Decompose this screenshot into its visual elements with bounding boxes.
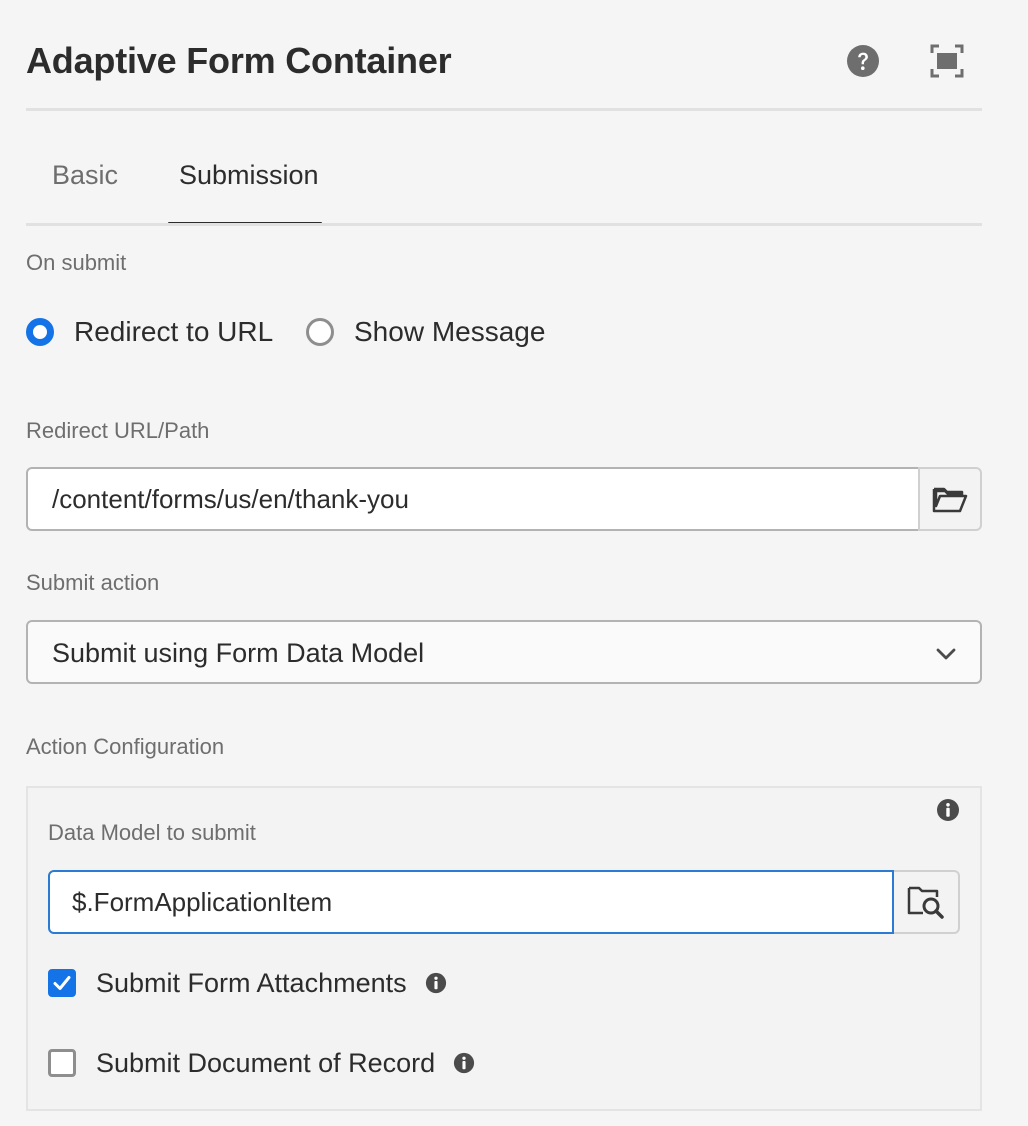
submit-action-select[interactable]: Submit using Form Data Model [26, 620, 982, 684]
tabs-divider [26, 223, 982, 226]
tab-list: Basic Submission [26, 150, 982, 228]
radio-show-message-label: Show Message [354, 316, 546, 347]
submit-action-label: Submit action [26, 570, 160, 595]
folder-search-icon [907, 886, 944, 919]
submit-document-of-record-label: Submit Document of Record [96, 1047, 436, 1078]
info-icon[interactable] [936, 798, 960, 822]
on-submit-radio-group: Redirect to URL Show Message [26, 310, 726, 354]
submit-form-attachments-row: Submit Form Attachments [48, 963, 447, 1003]
radio-redirect-to-url[interactable]: Redirect to URL [26, 310, 273, 354]
checkmark-icon [53, 976, 71, 990]
submit-document-of-record-checkbox[interactable] [48, 1049, 76, 1077]
radio-redirect-label: Redirect to URL [74, 316, 274, 347]
submit-form-attachments-checkbox[interactable] [48, 969, 76, 997]
data-model-input[interactable] [48, 870, 894, 934]
panel-header: Adaptive Form Container [26, 36, 982, 92]
on-submit-label: On submit [26, 250, 127, 275]
submit-action-value: Submit using Form Data Model [52, 638, 425, 668]
action-configuration-label: Action Configuration [26, 734, 225, 759]
chevron-down-icon [936, 648, 956, 660]
radio-unchecked-indicator [306, 318, 334, 346]
browse-path-button[interactable] [918, 467, 982, 531]
submit-form-attachments-label: Submit Form Attachments [96, 967, 407, 998]
redirect-url-field [26, 467, 982, 531]
info-icon[interactable] [425, 972, 447, 994]
panel-title: Adaptive Form Container [26, 40, 452, 81]
header-divider [26, 108, 982, 111]
help-icon[interactable] [846, 44, 880, 78]
data-model-label: Data Model to submit [48, 820, 256, 845]
radio-checked-indicator [26, 318, 54, 346]
tab-basic[interactable]: Basic [52, 160, 118, 191]
info-icon[interactable] [453, 1052, 475, 1074]
radio-show-message[interactable]: Show Message [306, 310, 545, 354]
browse-data-model-button[interactable] [894, 870, 960, 934]
redirect-url-label: Redirect URL/Path [26, 418, 210, 443]
tab-submission[interactable]: Submission [179, 160, 319, 191]
fullscreen-icon[interactable] [930, 44, 964, 78]
action-configuration-panel: Data Model to submit Submit Form Attachm… [26, 786, 982, 1111]
submit-document-of-record-row: Submit Document of Record [48, 1043, 475, 1083]
redirect-url-input[interactable] [26, 467, 918, 531]
folder-icon [932, 487, 968, 513]
